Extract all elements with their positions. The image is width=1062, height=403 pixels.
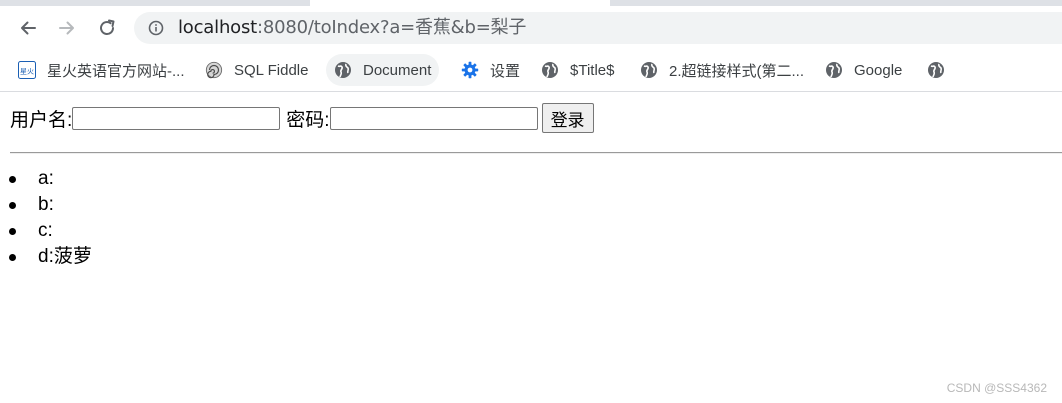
bookmark-xinghuo[interactable]: 星火 星火英语官方网站-... xyxy=(18,54,185,86)
password-label: 密码: xyxy=(286,109,330,131)
login-form: 用户名: 密码: 登录 xyxy=(10,103,594,133)
url-path: :8080/toIndex?a=香蕉&b=梨子 xyxy=(257,17,527,38)
list-item: c: xyxy=(0,218,92,244)
sql-fiddle-icon xyxy=(205,61,223,79)
bookmark-hyperlink-style[interactable]: 2.超链接样式(第二... xyxy=(640,54,804,86)
bookmark-label: 2.超链接样式(第二... xyxy=(669,62,805,80)
globe-icon xyxy=(541,61,559,79)
xinghuo-logo-icon: 星火 xyxy=(18,61,36,79)
back-button[interactable] xyxy=(13,13,43,43)
url-text[interactable]: localhost:8080/toIndex?a=香蕉&b=梨子 xyxy=(178,18,526,38)
forward-arrow-icon xyxy=(59,21,74,35)
bookmark-sql-fiddle[interactable]: SQL Fiddle xyxy=(205,54,308,86)
address-bar[interactable]: localhost:8080/toIndex?a=香蕉&b=梨子 xyxy=(134,12,1062,44)
username-label: 用户名: xyxy=(10,109,73,131)
horizontal-rule xyxy=(10,152,1062,154)
param-list: a: b: c: d:菠萝 xyxy=(0,166,92,270)
bookmark-google[interactable]: Google xyxy=(825,54,902,86)
bookmarks-bar: 星火 星火英语官方网站-... SQL Fiddle Document 设置 $… xyxy=(0,50,1062,92)
watermark: CSDN @SSS4362 xyxy=(946,381,1047,395)
login-button[interactable]: 登录 xyxy=(541,103,594,133)
globe-icon xyxy=(640,61,658,79)
site-info-icon[interactable] xyxy=(148,20,164,36)
bookmark-settings[interactable]: 设置 xyxy=(461,54,520,86)
page-content: 用户名: 密码: 登录 a: b: c: d:菠萝 CSDN @SSS4362 xyxy=(0,92,1062,403)
browser-toolbar: localhost:8080/toIndex?a=香蕉&b=梨子 xyxy=(0,6,1062,50)
svg-text:星火: 星火 xyxy=(20,68,34,76)
list-item: b: xyxy=(0,192,92,218)
bookmark-label: $Title$ xyxy=(570,61,615,79)
reload-button[interactable] xyxy=(92,13,122,43)
bookmark-label: Document xyxy=(363,61,432,79)
bookmark-label: 设置 xyxy=(490,62,521,80)
forward-button[interactable] xyxy=(52,13,82,43)
globe-icon xyxy=(334,61,352,79)
url-host: localhost xyxy=(178,17,257,38)
reload-icon xyxy=(100,19,115,35)
username-input[interactable] xyxy=(72,106,281,130)
gear-icon xyxy=(461,61,479,79)
list-item: a: xyxy=(0,166,92,192)
bookmark-document[interactable]: Document xyxy=(326,54,440,86)
back-arrow-icon xyxy=(21,21,36,35)
bookmark-title[interactable]: $Title$ xyxy=(541,54,614,86)
bookmark-untitled[interactable] xyxy=(927,54,956,86)
list-item: d:菠萝 xyxy=(0,244,92,270)
bookmark-label: Google xyxy=(854,61,903,79)
password-input[interactable] xyxy=(329,106,538,130)
globe-icon xyxy=(825,61,843,79)
bookmark-label: 星火英语官方网站-... xyxy=(47,62,185,80)
bookmark-label: SQL Fiddle xyxy=(234,61,309,79)
globe-icon xyxy=(927,61,945,79)
